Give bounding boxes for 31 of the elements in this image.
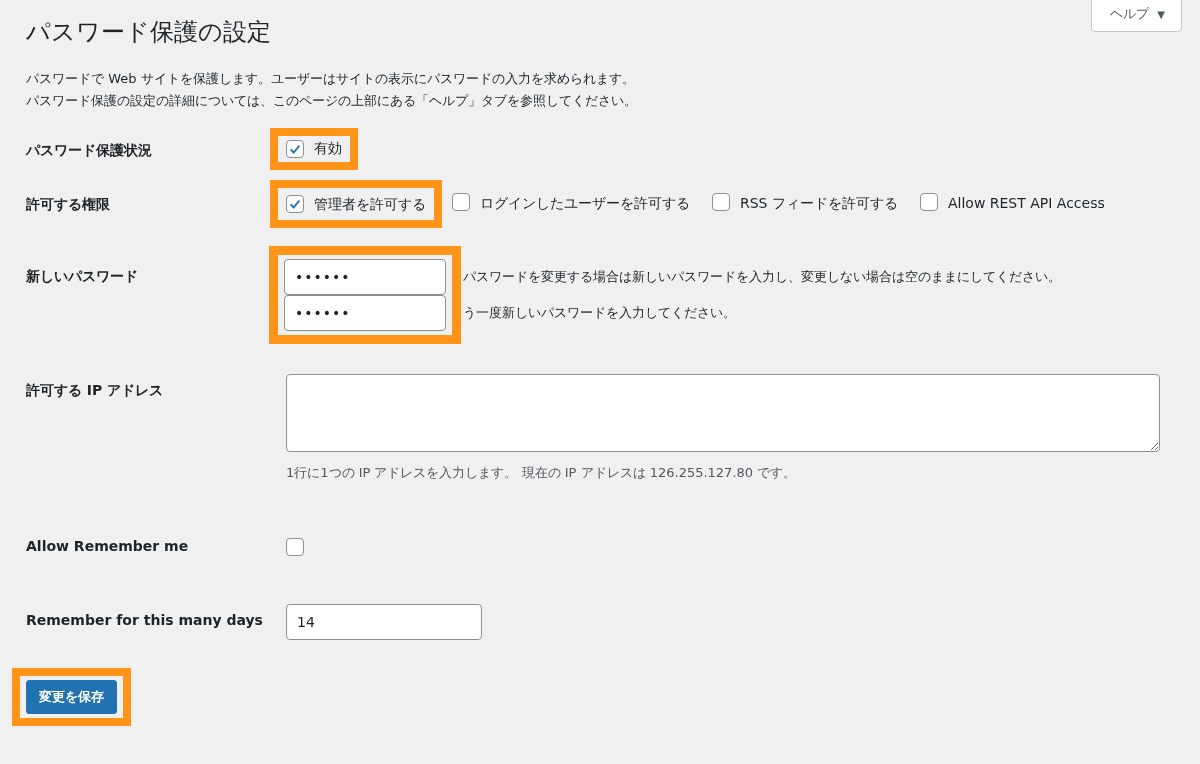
checkbox[interactable] <box>452 193 470 211</box>
password-field[interactable]: •••••• <box>284 295 446 331</box>
checkmark-icon <box>288 197 302 211</box>
checkbox[interactable] <box>286 195 304 213</box>
field-label: 許可する IP アドレス <box>26 381 165 400</box>
checkbox[interactable] <box>712 193 730 211</box>
checkbox-label: 管理者を許可する <box>314 195 426 214</box>
checkbox-label: 有効 <box>314 140 342 158</box>
hint-text: う一度新しいパスワードを入力してください。 <box>463 304 737 322</box>
hint-text: 1行に1つの IP アドレスを入力します。 現在の IP アドレスは 126.255.127.80 です。 <box>286 464 798 482</box>
save-button[interactable]: 変更を保存 <box>26 680 117 714</box>
checkbox-label: RSS フィードを許可する <box>740 195 898 211</box>
field-label: パスワード保護状況 <box>26 141 153 160</box>
checkbox-label: Allow REST API Access <box>947 195 1105 211</box>
days-field[interactable]: 14 <box>286 604 482 640</box>
checkmark-icon <box>288 142 302 156</box>
description-text: パスワード保護の設定の詳細については、このページの上部にある「ヘルプ」タブを参照してください。 <box>26 92 638 110</box>
password-field[interactable]: •••••• <box>284 259 446 295</box>
checkbox[interactable] <box>286 140 304 158</box>
field-label: 許可する権限 <box>26 195 111 214</box>
ip-address-field[interactable] <box>286 374 1160 452</box>
field-label: Remember for this many days <box>26 611 264 628</box>
hint-text: パスワードを変更する場合は新しいパスワードを入力し、変更しない場合は空のままにしてください。 <box>463 268 1061 286</box>
description-text: パスワードで Web サイトを保護します。ユーザーはサイトの表示にパスワードの入力を求められます。 <box>26 70 636 88</box>
help-tab[interactable]: ヘルプ ▼ <box>1091 0 1182 32</box>
checkbox[interactable] <box>919 193 938 211</box>
checkbox-label: ログインしたユーザーを許可する <box>480 195 690 211</box>
field-label: 新しいパスワード <box>26 267 139 286</box>
field-label: Allow Remember me <box>26 538 190 554</box>
checkbox[interactable] <box>286 538 304 556</box>
page-title: パスワード保護の設定 <box>26 17 272 48</box>
